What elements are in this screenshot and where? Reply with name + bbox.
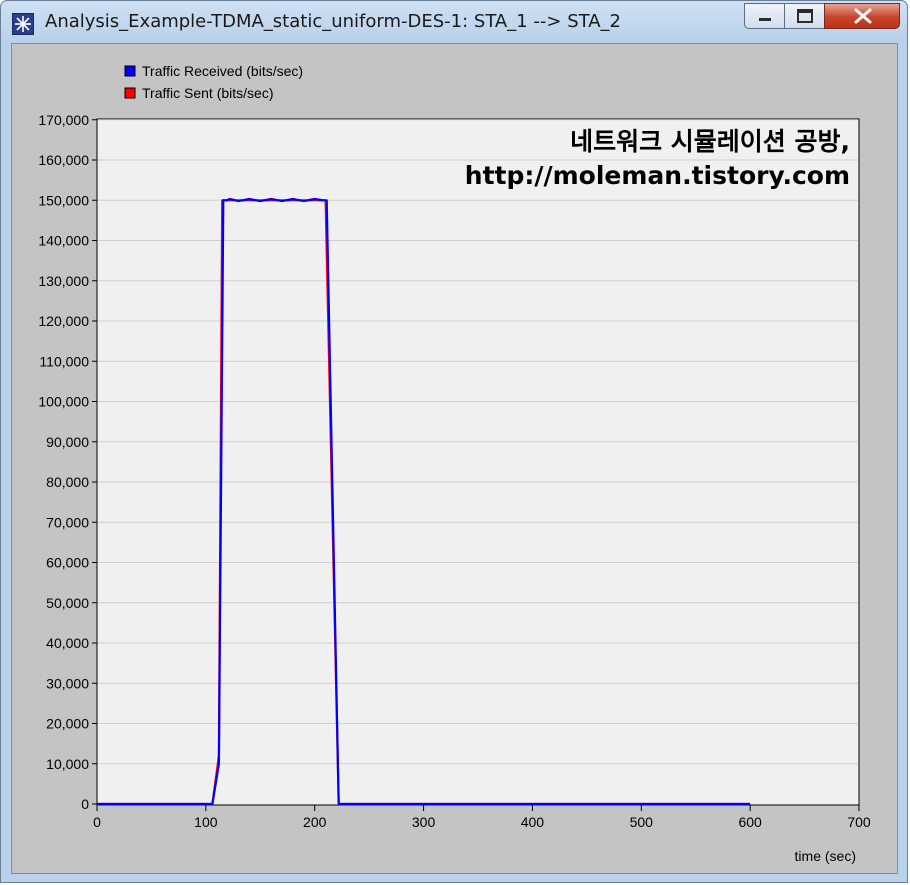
y-tick-label: 0 [81,796,89,812]
legend-label-received: Traffic Received (bits/sec) [142,63,303,79]
y-tick-label: 110,000 [39,353,89,369]
x-tick-label: 200 [303,814,327,830]
y-tick-label: 150,000 [38,192,89,208]
y-tick-label: 120,000 [38,313,89,329]
close-button[interactable] [824,3,900,29]
y-tick-label: 50,000 [46,595,89,611]
minimize-button[interactable] [744,3,784,29]
x-tick-label: 100 [194,814,218,830]
x-tick-label: 600 [738,814,762,830]
y-tick-label: 90,000 [46,434,89,450]
y-tick-label: 20,000 [46,716,89,732]
legend-label-sent: Traffic Sent (bits/sec) [142,85,273,101]
maximize-icon [797,9,813,23]
plot-area [96,118,860,806]
legend-swatch-received [124,65,136,77]
app-star-icon[interactable] [12,13,34,35]
y-tick-label: 100,000 [38,394,89,410]
x-tick-label: 0 [93,814,101,830]
y-tick-label: 160,000 [38,152,89,168]
x-axis: 0 100 200 300 400 500 600 700 [93,805,871,830]
x-tick-label: 700 [847,814,871,830]
x-axis-label: time (sec) [795,848,856,864]
y-tick-label: 10,000 [46,756,89,772]
y-tick-label: 70,000 [46,514,89,530]
y-tick-label: 60,000 [46,555,89,571]
maximize-button[interactable] [784,3,824,29]
y-tick-label: 40,000 [46,635,89,651]
x-tick-label: 400 [521,814,545,830]
watermark-line-2: http://moleman.tistory.com [465,161,850,190]
chart-panel: Traffic Received (bits/sec) Traffic Sent… [11,43,898,874]
window-title: Analysis_Example-TDMA_static_uniform-DES… [45,11,621,32]
y-tick-label: 80,000 [46,474,89,490]
legend-item-sent: Traffic Sent (bits/sec) [124,85,273,101]
close-icon [854,8,872,24]
y-tick-label: 30,000 [46,675,89,691]
legend-item-received: Traffic Received (bits/sec) [124,63,303,79]
x-tick-label: 300 [412,814,436,830]
legend: Traffic Received (bits/sec) Traffic Sent… [124,63,303,101]
watermark-line-1: 네트워크 시뮬레이션 공방, [570,127,850,156]
y-axis: 0 10,000 20,000 30,000 40,000 50,000 60,000 70,… [38,112,97,812]
title-bar[interactable]: Analysis_Example-TDMA_static_uniform-DES… [1,1,907,43]
y-tick-label: 130,000 [38,273,89,289]
line-chart: Traffic Received (bits/sec) Traffic Sent… [38,63,871,864]
legend-swatch-sent [124,87,136,99]
minimize-icon [759,18,771,21]
y-tick-label: 170,000 [38,112,89,128]
y-tick-label: 140,000 [38,233,89,249]
x-tick-label: 500 [630,814,654,830]
chart-window: Analysis_Example-TDMA_static_uniform-DES… [0,0,908,883]
